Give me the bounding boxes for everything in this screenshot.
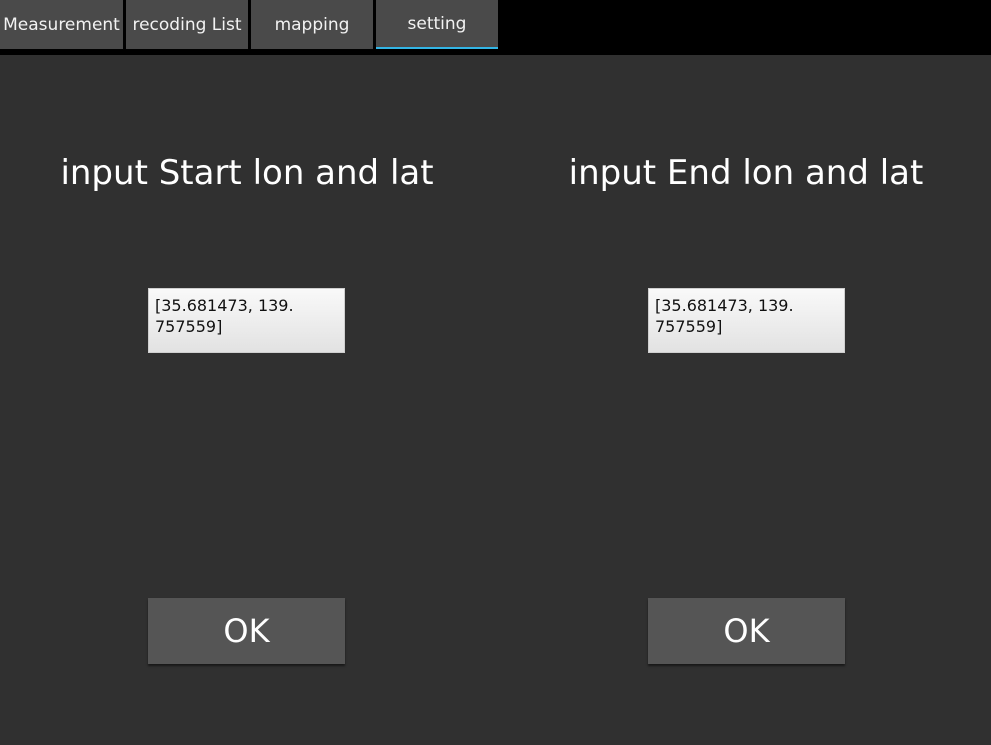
tab-bar: Measurement recoding List mapping settin… (0, 0, 991, 55)
tab-measurement[interactable]: Measurement (0, 0, 123, 49)
start-ok-button[interactable]: OK (148, 598, 345, 664)
end-coordinates-input[interactable]: [35.681473, 139. 757559] (648, 288, 845, 353)
app-screen: Measurement recoding List mapping settin… (0, 0, 991, 745)
end-coordinates-title: input End lon and lat (568, 153, 924, 193)
start-coordinates-title: input Start lon and lat (60, 153, 434, 193)
tab-mapping[interactable]: mapping (251, 0, 373, 49)
start-coordinates-input[interactable]: [35.681473, 139. 757559] (148, 288, 345, 353)
tab-setting[interactable]: setting (376, 0, 498, 49)
tab-recoding-list[interactable]: recoding List (126, 0, 248, 49)
end-ok-button[interactable]: OK (648, 598, 845, 664)
